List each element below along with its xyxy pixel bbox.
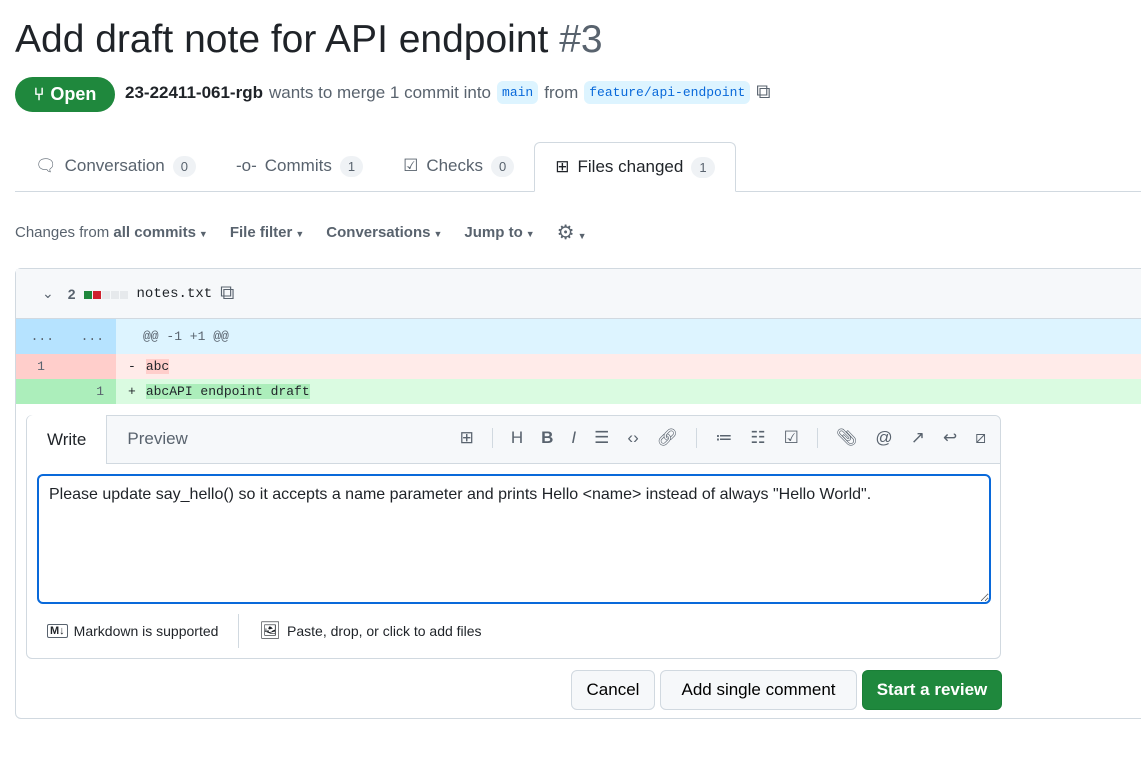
copy-icon[interactable]: ⧉ [220, 282, 234, 305]
pr-tabs: 🗨 Conversation 0 -o- Commits 1 ☑ Checks 0 ⊞ Fil… [15, 142, 1141, 192]
chevron-down-icon[interactable]: ⌄ [42, 285, 54, 302]
file-filter-dropdown[interactable]: File filter ▼ [230, 224, 304, 241]
code-icon[interactable]: ‹› [627, 428, 638, 448]
changes-from-dropdown[interactable]: Changes from all commits ▼ [15, 224, 208, 241]
comment-form: Write Preview ⊞ H B I ☰ ‹› 🔗︎ ≔ ☷ ☑ 📎︎ @… [26, 415, 1001, 659]
start-review-button[interactable]: Start a review [862, 670, 1002, 710]
diff-suggestion-icon[interactable]: ⊞ [460, 428, 474, 448]
status-badge: ⑂ Open [15, 77, 115, 112]
markdown-toolbar: ⊞ H B I ☰ ‹› 🔗︎ ≔ ☷ ☑ 📎︎ @ ↗ ↩ ⧄ [460, 428, 986, 448]
pull-request-icon: ⑂ [33, 84, 45, 104]
ordered-list-icon[interactable]: ≔ [715, 428, 732, 448]
checklist-icon: ☑ [403, 156, 419, 175]
comment-icon: 🗨 [35, 156, 57, 175]
caret-down-icon: ▼ [525, 229, 535, 239]
slash-command-icon[interactable]: ⧄ [975, 428, 986, 448]
reply-icon[interactable]: ↩ [943, 428, 957, 448]
expand-up[interactable]: ... [16, 319, 66, 354]
markdown-icon: M↓ [47, 624, 68, 638]
pr-number: #3 [559, 18, 603, 61]
commit-icon: -o- [236, 156, 257, 175]
page-title: Add draft note for API endpoint #3 [15, 18, 603, 61]
expand-down[interactable]: ... [66, 319, 116, 354]
image-icon: 🖼︎ [259, 621, 282, 640]
task-list-icon[interactable]: ☑ [784, 428, 799, 448]
head-branch[interactable]: feature/api-endpoint [584, 81, 751, 104]
diff-toolbar: Changes from all commits ▼ File filter ▼ C… [15, 220, 587, 245]
tab-conversation[interactable]: 🗨 Conversation 0 [15, 141, 216, 191]
add-single-comment-button[interactable]: Add single comment [660, 670, 857, 710]
base-branch[interactable]: main [497, 81, 539, 104]
author-link[interactable]: 23-22411-061-rgb [125, 83, 263, 103]
heading-icon[interactable]: H [511, 428, 523, 448]
mention-icon[interactable]: @ [875, 428, 892, 448]
italic-icon[interactable]: I [571, 428, 576, 448]
file-header: ⌄ 2 notes.txt ⧉ [16, 269, 1141, 319]
diff-line-added: 1 + abcAPI endpoint draft [16, 379, 1141, 404]
comment-textarea[interactable]: Please update say_hello() so it accepts … [37, 474, 991, 604]
caret-down-icon: ▼ [433, 229, 443, 239]
quote-icon[interactable]: ☰ [594, 428, 609, 448]
file-diff: ⌄ 2 notes.txt ⧉ ...... @@ -1 +1 @@ 1 - ab… [15, 268, 1141, 719]
diff-line-deleted: 1 - abc [16, 354, 1141, 379]
jump-to-dropdown[interactable]: Jump to ▼ [464, 224, 534, 241]
unordered-list-icon[interactable]: ☷ [750, 428, 765, 448]
caret-down-icon: ▼ [198, 229, 208, 239]
settings-dropdown[interactable]: ⚙ ▼ [557, 220, 587, 245]
diffstat [83, 286, 129, 302]
hunk-header: ...... @@ -1 +1 @@ [16, 319, 1141, 354]
change-count: 2 [67, 285, 76, 302]
cancel-button[interactable]: Cancel [571, 670, 655, 710]
markdown-link[interactable]: M↓ Markdown is supported [27, 614, 240, 648]
cross-reference-icon[interactable]: ↗ [911, 428, 925, 448]
caret-down-icon: ▼ [295, 229, 305, 239]
file-diff-icon: ⊞ [555, 157, 570, 176]
tab-preview[interactable]: Preview [107, 415, 207, 463]
tab-files-changed[interactable]: ⊞ Files changed 1 [534, 142, 736, 192]
caret-down-icon: ▼ [577, 231, 587, 241]
paperclip-icon[interactable]: 📎︎ [836, 428, 858, 448]
tab-write[interactable]: Write [27, 415, 108, 464]
copy-icon[interactable]: ⧉ [756, 81, 770, 104]
tab-checks[interactable]: ☑ Checks 0 [383, 141, 534, 191]
attach-files-button[interactable]: 🖼︎ Paste, drop, or click to add files [239, 621, 501, 641]
pr-meta: 23-22411-061-rgb wants to merge 1 commit… [125, 81, 771, 104]
bold-icon[interactable]: B [541, 428, 553, 448]
link-icon[interactable]: 🔗︎ [657, 428, 679, 448]
file-name[interactable]: notes.txt [137, 286, 213, 302]
tab-commits[interactable]: -o- Commits 1 [216, 141, 383, 191]
conversations-dropdown[interactable]: Conversations ▼ [326, 224, 442, 241]
gear-icon: ⚙ [556, 222, 575, 244]
